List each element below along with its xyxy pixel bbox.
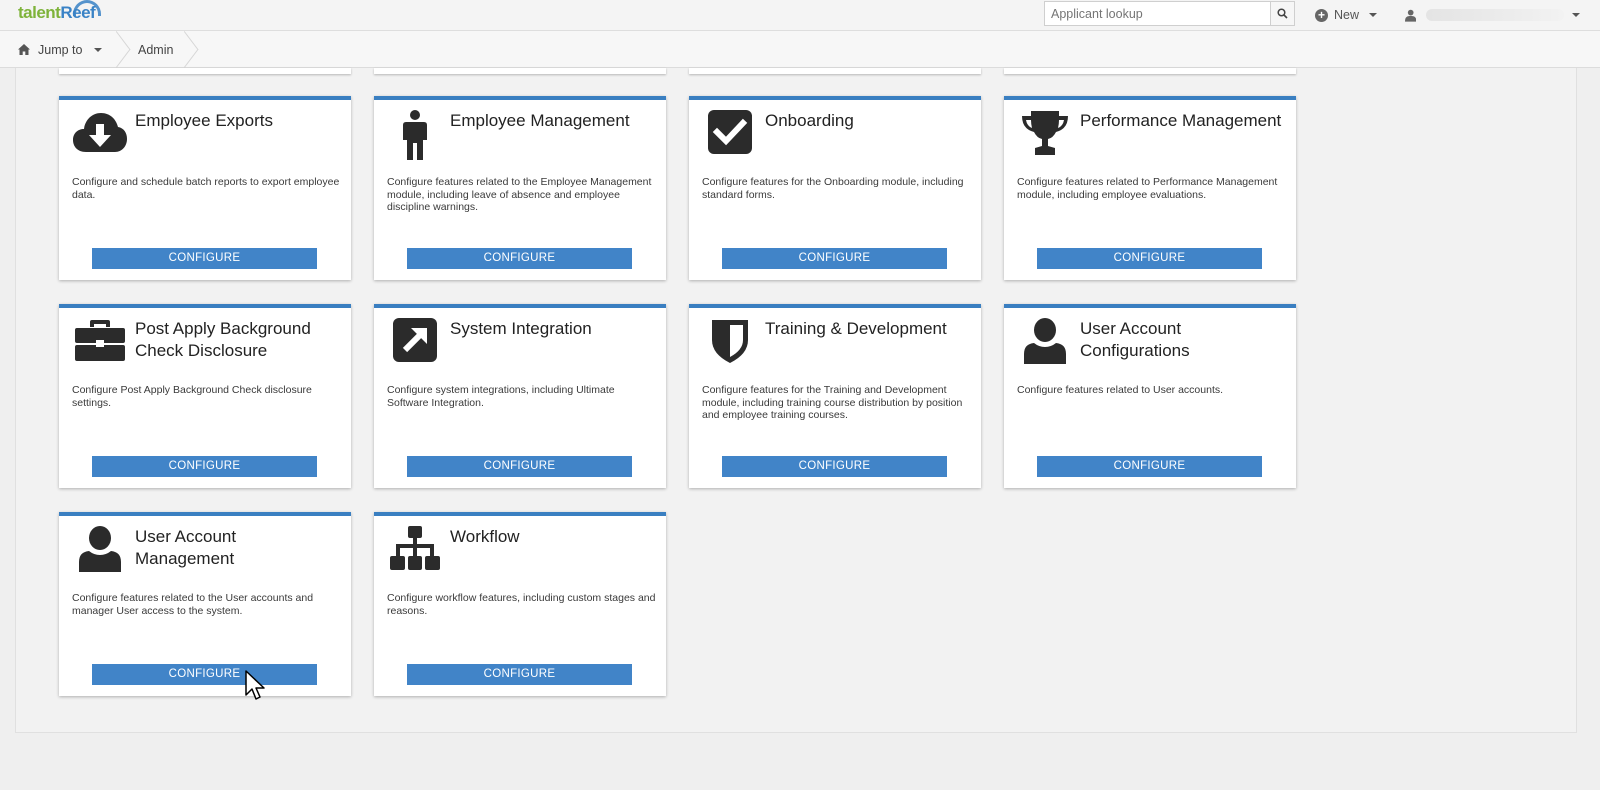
top-navbar: talentReef + New <box>0 0 1600 31</box>
card-description: Configure features for the Training and … <box>702 384 963 421</box>
applicant-lookup-input[interactable] <box>1045 2 1267 25</box>
breadcrumb-separator <box>173 33 195 66</box>
configure-button[interactable]: CONFIGURE <box>722 456 947 477</box>
admin-card-onboarding: Onboarding Configure features for the On… <box>689 96 981 280</box>
admin-card-user-account-management: User Account Management Configure featur… <box>59 512 351 696</box>
configure-button[interactable]: CONFIGURE <box>92 248 317 269</box>
breadcrumb-separator <box>105 33 127 66</box>
user-menu[interactable] <box>1405 6 1580 24</box>
cloud-download-icon <box>71 110 129 160</box>
admin-panel: Employee Exports Configure and schedule … <box>15 68 1577 733</box>
checkbox-icon <box>701 110 759 160</box>
configure-button[interactable]: CONFIGURE <box>407 456 632 477</box>
person-icon <box>386 110 444 160</box>
jump-to-menu[interactable]: Jump to <box>18 31 103 68</box>
card-title: Employee Exports <box>135 111 273 130</box>
card-title: Workflow <box>450 527 520 546</box>
caret-down-icon <box>1572 13 1580 17</box>
configure-button[interactable]: CONFIGURE <box>407 248 632 269</box>
admin-card-performance-management: Performance Management Configure feature… <box>1004 96 1296 280</box>
card-title: User Account Configurations <box>1080 319 1190 360</box>
card-title: Post Apply Background Check Disclosure <box>135 319 311 360</box>
configure-button[interactable]: CONFIGURE <box>1037 456 1262 477</box>
trophy-icon <box>1016 110 1074 160</box>
applicant-lookup <box>1044 1 1295 26</box>
configure-button[interactable]: CONFIGURE <box>722 248 947 269</box>
mouse-cursor-icon <box>245 670 265 700</box>
card-description: Configure features related to the User a… <box>72 592 314 617</box>
admin-card-partial <box>1004 68 1296 74</box>
configure-button[interactable]: CONFIGURE <box>407 664 632 685</box>
caret-down-icon <box>94 47 103 52</box>
admin-card-partial <box>374 68 666 74</box>
briefcase-icon <box>71 318 129 368</box>
configure-button[interactable]: CONFIGURE <box>92 664 317 685</box>
user-icon <box>1405 9 1417 22</box>
configure-button[interactable]: CONFIGURE <box>1037 248 1262 269</box>
admin-card-post-apply-background-check: Post Apply Background Check Disclosure C… <box>59 304 351 488</box>
card-description: Configure features related to Performanc… <box>1017 176 1278 201</box>
new-menu-button[interactable]: + New <box>1315 6 1378 24</box>
card-description: Configure Post Apply Background Check di… <box>72 384 312 409</box>
admin-card-system-integration: System Integration Configure system inte… <box>374 304 666 488</box>
sitemap-icon <box>386 526 444 576</box>
card-description: Configure and schedule batch reports to … <box>72 176 340 201</box>
card-title: User Account Management <box>135 527 237 568</box>
card-title: Performance Management <box>1080 111 1282 130</box>
admin-card-training-development: Training & Development Configure feature… <box>689 304 981 488</box>
card-title: Training & Development <box>765 319 947 338</box>
breadcrumb: Jump to Admin <box>0 31 1600 68</box>
shield-icon <box>701 318 759 368</box>
user-name-blurred <box>1426 9 1564 21</box>
logo-arc <box>73 0 101 16</box>
user-icon <box>71 526 129 576</box>
card-title: Employee Management <box>450 111 630 130</box>
talentreef-logo[interactable]: talentReef <box>18 0 101 27</box>
breadcrumb-admin[interactable]: Admin <box>138 31 173 68</box>
external-link-icon <box>386 318 444 368</box>
card-description: Configure features for the Onboarding mo… <box>702 176 964 201</box>
card-description: Configure features related to the Employ… <box>387 176 652 213</box>
user-icon <box>1016 318 1074 368</box>
search-icon <box>1277 8 1288 19</box>
configure-button[interactable]: CONFIGURE <box>92 456 317 477</box>
home-icon <box>18 44 30 55</box>
admin-card-employee-management: Employee Management Configure features r… <box>374 96 666 280</box>
card-description: Configure features related to User accou… <box>1017 384 1224 396</box>
admin-card-employee-exports: Employee Exports Configure and schedule … <box>59 96 351 280</box>
caret-down-icon <box>1369 13 1378 17</box>
plus-circle-icon: + <box>1315 8 1328 22</box>
jump-to-label: Jump to <box>38 42 83 57</box>
admin-card-partial <box>59 68 351 74</box>
card-title: System Integration <box>450 319 592 338</box>
new-menu-label: New <box>1334 8 1360 22</box>
admin-card-user-account-configurations: User Account Configurations Configure fe… <box>1004 304 1296 488</box>
card-title: Onboarding <box>765 111 854 130</box>
search-button[interactable] <box>1270 2 1294 25</box>
admin-card-workflow: Workflow Configure workflow features, in… <box>374 512 666 696</box>
card-description: Configure system integrations, including… <box>387 384 615 409</box>
logo-text-talent: talent <box>18 3 61 22</box>
breadcrumb-admin-label: Admin <box>138 42 174 57</box>
admin-card-partial <box>689 68 981 74</box>
card-description: Configure workflow features, including c… <box>387 592 656 617</box>
